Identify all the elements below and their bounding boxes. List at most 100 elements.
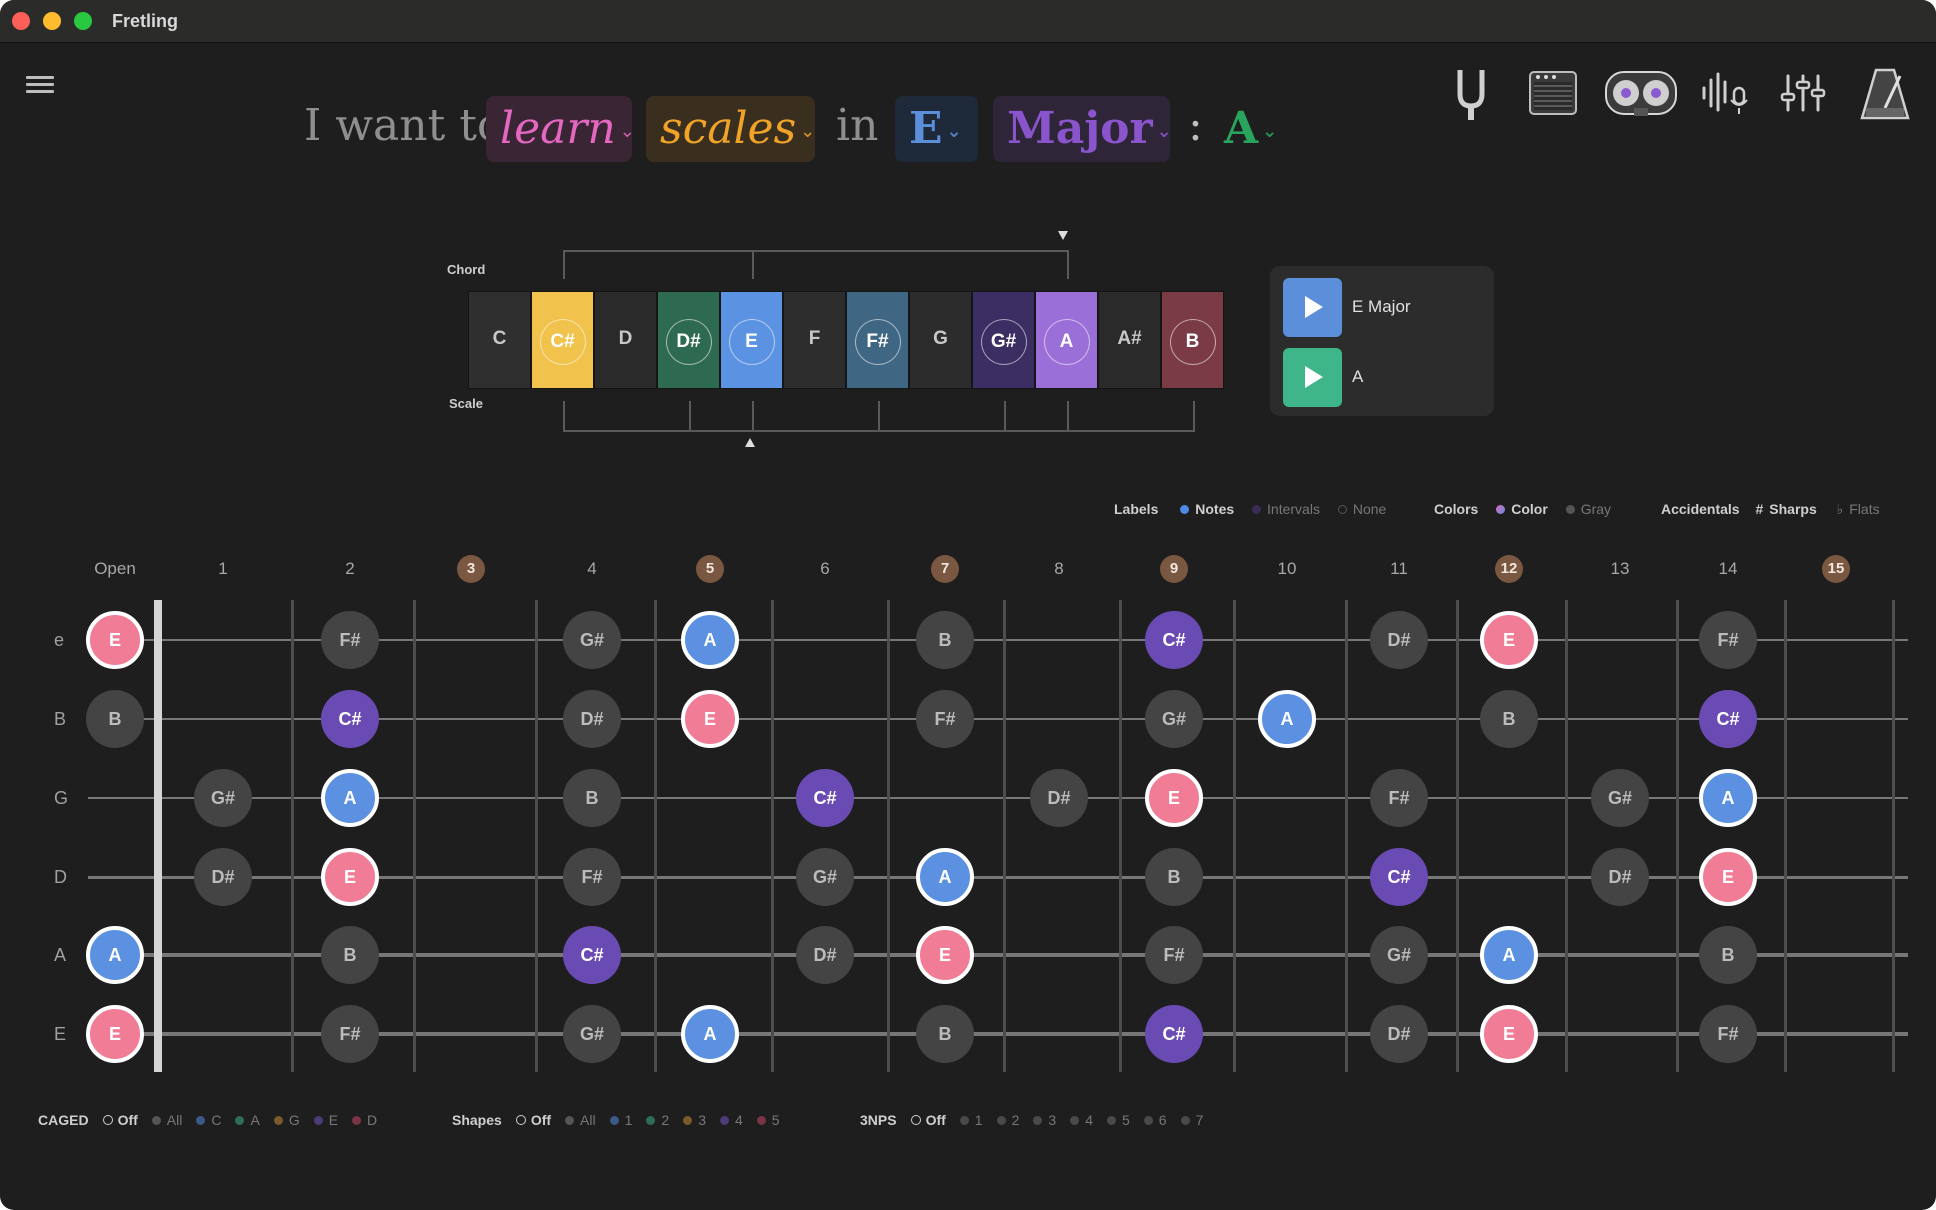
note-key[interactable]: A <box>1035 291 1098 389</box>
fretboard-note[interactable]: D# <box>1370 1005 1428 1063</box>
fretboard-note[interactable]: E <box>1480 1005 1538 1063</box>
note-key[interactable]: B <box>1161 291 1224 389</box>
fretboard-note[interactable]: C# <box>1145 611 1203 669</box>
fretboard-note[interactable]: A <box>1258 690 1316 748</box>
hamburger-menu-icon[interactable] <box>26 76 54 96</box>
accidentals-flats-option[interactable]: ♭ Flats <box>1837 501 1880 517</box>
fretboard-note[interactable]: A <box>916 848 974 906</box>
fretboard-note[interactable]: F# <box>1145 926 1203 984</box>
fretboard-note[interactable]: E <box>1480 611 1538 669</box>
fretboard-note[interactable]: G# <box>563 611 621 669</box>
fretboard-note[interactable]: B <box>1145 848 1203 906</box>
note-key[interactable]: G# <box>972 291 1035 389</box>
fretboard-note[interactable]: E <box>86 1005 144 1063</box>
fretboard-note[interactable]: F# <box>1699 1005 1757 1063</box>
topic-dropdown[interactable]: scales ⌄ <box>646 96 815 162</box>
chord-dropdown[interactable]: A ⌄ <box>1210 96 1308 162</box>
caged-option[interactable]: A <box>235 1112 260 1128</box>
fretboard-note[interactable]: G# <box>194 769 252 827</box>
fretboard-note[interactable]: D# <box>1370 611 1428 669</box>
fretboard-note[interactable]: E <box>681 690 739 748</box>
fretboard-note[interactable]: G# <box>563 1005 621 1063</box>
note-key[interactable]: F <box>783 291 846 389</box>
labels-intervals-option[interactable]: Intervals <box>1252 501 1320 517</box>
fretboard-note[interactable]: B <box>321 926 379 984</box>
note-key[interactable]: G <box>909 291 972 389</box>
amp-icon[interactable] <box>1524 64 1582 122</box>
fretboard-note[interactable]: D# <box>563 690 621 748</box>
tape-recorder-icon[interactable] <box>1604 64 1678 122</box>
note-key[interactable]: C# <box>531 291 594 389</box>
caged-option[interactable]: E <box>313 1112 338 1128</box>
fretboard-note[interactable]: E <box>1699 848 1757 906</box>
tuning-fork-icon[interactable] <box>1442 64 1500 122</box>
note-key[interactable]: F# <box>846 291 909 389</box>
caged-option[interactable]: D <box>352 1112 377 1128</box>
fretboard-note[interactable]: B <box>563 769 621 827</box>
threenps-option[interactable]: 7 <box>1180 1112 1203 1128</box>
fretboard-note[interactable]: A <box>321 769 379 827</box>
fretboard-note[interactable]: E <box>86 611 144 669</box>
colors-gray-option[interactable]: Gray <box>1565 501 1611 517</box>
play-scale-button[interactable] <box>1283 278 1342 337</box>
fretboard-note[interactable]: F# <box>1370 769 1428 827</box>
fretboard-note[interactable]: E <box>321 848 379 906</box>
threenps-option[interactable]: 1 <box>959 1112 983 1128</box>
fretboard-note[interactable]: C# <box>1699 690 1757 748</box>
fretboard-note[interactable]: C# <box>321 690 379 748</box>
fretboard-note[interactable]: B <box>86 690 144 748</box>
threenps-option[interactable]: Off <box>910 1112 946 1128</box>
fretboard-note[interactable]: B <box>916 611 974 669</box>
fretboard-note[interactable]: D# <box>1591 848 1649 906</box>
shapes-option[interactable]: 2 <box>646 1112 669 1128</box>
note-key[interactable]: D# <box>657 291 720 389</box>
minimize-window-button[interactable] <box>43 12 61 30</box>
fretboard-note[interactable]: B <box>1480 690 1538 748</box>
shapes-option[interactable]: 1 <box>609 1112 632 1128</box>
shapes-option[interactable]: 4 <box>719 1112 743 1128</box>
shapes-option[interactable]: All <box>565 1112 596 1128</box>
caged-option[interactable]: All <box>151 1112 182 1128</box>
caged-option[interactable]: Off <box>102 1112 138 1128</box>
caged-option[interactable]: C <box>196 1112 221 1128</box>
close-window-button[interactable] <box>12 12 30 30</box>
key-dropdown[interactable]: E ⌄ <box>895 96 978 162</box>
labels-notes-option[interactable]: Notes <box>1180 501 1234 517</box>
threenps-option[interactable]: 2 <box>996 1112 1019 1128</box>
fretboard-note[interactable]: F# <box>916 690 974 748</box>
threenps-option[interactable]: 4 <box>1070 1112 1093 1128</box>
fretboard-note[interactable]: E <box>1145 769 1203 827</box>
fretboard-note[interactable]: E <box>916 926 974 984</box>
caged-option[interactable]: G <box>273 1112 300 1128</box>
fretboard-note[interactable]: C# <box>796 769 854 827</box>
colors-color-option[interactable]: Color <box>1496 501 1548 517</box>
fretboard-note[interactable]: D# <box>1030 769 1088 827</box>
accidentals-sharps-option[interactable]: # Sharps <box>1755 501 1816 517</box>
mode-dropdown[interactable]: learn ⌄ <box>486 96 635 162</box>
fretboard-note[interactable]: A <box>1480 926 1538 984</box>
fretboard-note[interactable]: F# <box>321 611 379 669</box>
threenps-option[interactable]: 5 <box>1106 1112 1130 1128</box>
threenps-option[interactable]: 6 <box>1143 1112 1167 1128</box>
fretboard-note[interactable]: F# <box>321 1005 379 1063</box>
fretboard-note[interactable]: G# <box>796 848 854 906</box>
shapes-option[interactable]: 3 <box>683 1112 706 1128</box>
note-key[interactable]: C <box>468 291 531 389</box>
note-key[interactable]: E <box>720 291 783 389</box>
fretboard-note[interactable]: G# <box>1591 769 1649 827</box>
labels-none-option[interactable]: None <box>1337 501 1386 517</box>
metronome-icon[interactable] <box>1856 64 1914 122</box>
fretboard-note[interactable]: C# <box>1145 1005 1203 1063</box>
play-chord-button[interactable] <box>1283 348 1342 407</box>
zoom-window-button[interactable] <box>74 12 92 30</box>
shapes-option[interactable]: Off <box>515 1112 551 1128</box>
fretboard-note[interactable]: D# <box>194 848 252 906</box>
fretboard-note[interactable]: B <box>1699 926 1757 984</box>
fretboard-note[interactable]: C# <box>563 926 621 984</box>
fretboard-note[interactable]: A <box>681 611 739 669</box>
shapes-option[interactable]: 5 <box>756 1112 780 1128</box>
note-key[interactable]: A# <box>1098 291 1161 389</box>
fretboard-note[interactable]: A <box>86 926 144 984</box>
fretboard-note[interactable]: G# <box>1145 690 1203 748</box>
mixer-sliders-icon[interactable] <box>1774 64 1832 122</box>
